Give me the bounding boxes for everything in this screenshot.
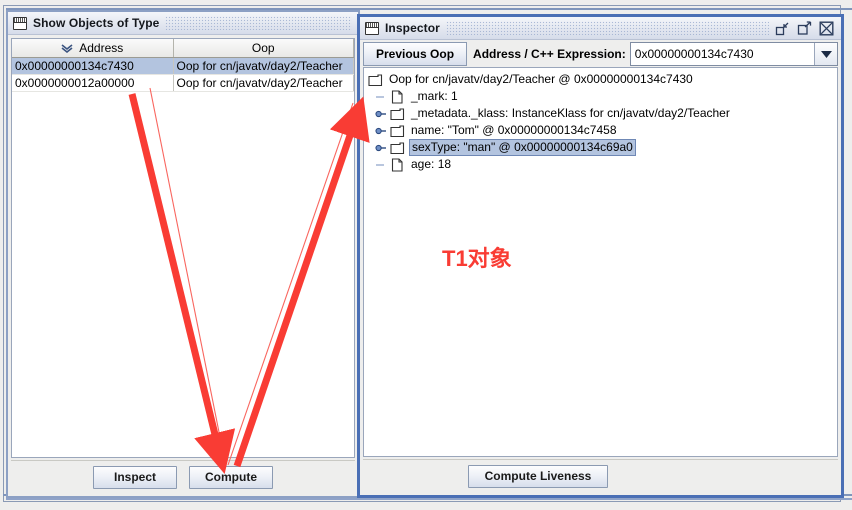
tree-expand-handle[interactable] [374,107,390,121]
tree-node-label: _metadata._klass: InstanceKlass for cn/j… [411,106,730,120]
tree-leaf-connector [374,90,390,104]
maximize-button[interactable] [797,20,812,36]
inspector-toolbar: Previous Oop Address / C++ Expression: [363,42,838,66]
cell-oop[interactable]: Oop for cn/javatv/day2/Teacher [173,57,354,75]
window-icon [13,16,27,30]
inspector-tree[interactable]: Oop for cn/javatv/day2/Teacher @ 0x00000… [363,67,838,457]
tree-node-sextype[interactable]: sexType: "man" @ 0x00000000134c69a0 [364,139,837,156]
address-expression-combo[interactable] [629,42,838,66]
table-row[interactable]: 0x00000000134c7430 Oop for cn/javatv/day… [12,57,354,75]
cell-address[interactable]: 0x0000000012a00000 [12,74,174,92]
cell-address[interactable]: 0x00000000134c7430 [12,57,174,75]
show-objects-titlebar[interactable]: Show Objects of Type [8,12,358,35]
annotation-label: T1对象 [442,246,512,271]
chevron-down-icon[interactable] [814,43,837,65]
inspect-button[interactable]: Inspect [93,465,177,489]
objects-table[interactable]: Address Oop 0x00000000134c7430 Oop for c… [12,39,354,92]
column-header-oop-label: Oop [251,41,275,55]
window-icon [365,21,379,35]
file-icon [390,89,405,104]
minimize-button[interactable] [775,21,790,36]
table-row[interactable]: 0x0000000012a00000 Oop for cn/javatv/day… [12,74,354,92]
address-expression-input[interactable] [630,43,814,65]
folder-icon [390,107,405,121]
inspector-title: Inspector [385,21,440,35]
titlebar-texture [445,21,769,35]
tree-node-label: age: 18 [411,157,452,171]
tree-node-label: name: "Tom" @ 0x00000000134c7458 [411,123,617,137]
compute-button[interactable]: Compute [189,465,273,489]
folder-icon [390,141,405,155]
sort-descending-icon [61,43,73,53]
tree-node-label-selected: sexType: "man" @ 0x00000000134c69a0 [409,139,636,156]
folder-icon [390,124,405,138]
objects-table-scrollpane[interactable]: Address Oop 0x00000000134c7430 Oop for c… [11,38,355,458]
file-icon [390,157,405,172]
tree-node-root[interactable]: Oop for cn/javatv/day2/Teacher @ 0x00000… [364,71,837,88]
show-objects-title: Show Objects of Type [33,16,160,30]
titlebar-texture [165,16,352,30]
tree-node-label: _mark: 1 [411,89,458,103]
table-header-row: Address Oop [12,39,354,58]
cell-oop[interactable]: Oop for cn/javatv/day2/Teacher [173,74,354,92]
tree-expand-handle[interactable] [374,124,390,138]
tree-leaf-connector [374,158,390,172]
objects-button-bar: Inspect Compute [11,460,355,493]
tree-node-mark[interactable]: _mark: 1 [364,88,837,105]
column-header-address[interactable]: Address [12,39,174,58]
tree-node-metadata-klass[interactable]: _metadata._klass: InstanceKlass for cn/j… [364,105,837,122]
show-objects-window[interactable]: Show Objects of Type Address Oop 0x00000… [6,10,360,498]
inspector-titlebar[interactable]: Inspector [360,17,841,40]
compute-liveness-button[interactable]: Compute Liveness [468,464,608,488]
inspector-button-bar: Compute Liveness [363,459,838,492]
tree-node-age[interactable]: age: 18 [364,156,837,173]
inspector-window-controls [775,20,834,36]
desktop-root: Show Objects of Type Address Oop 0x00000… [0,0,852,510]
folder-icon [368,73,383,87]
tree-node-label: Oop for cn/javatv/day2/Teacher @ 0x00000… [389,72,693,86]
close-button[interactable] [819,21,834,36]
tree-node-name[interactable]: name: "Tom" @ 0x00000000134c7458 [364,122,837,139]
column-header-oop[interactable]: Oop [173,39,354,58]
inspector-window[interactable]: Inspector Previous Oop Address / C++ Exp… [357,14,844,498]
tree-expand-handle[interactable] [374,141,390,155]
previous-oop-button[interactable]: Previous Oop [363,42,468,66]
column-header-address-label: Address [79,41,124,55]
expression-label: Address / C++ Expression: [467,42,630,66]
